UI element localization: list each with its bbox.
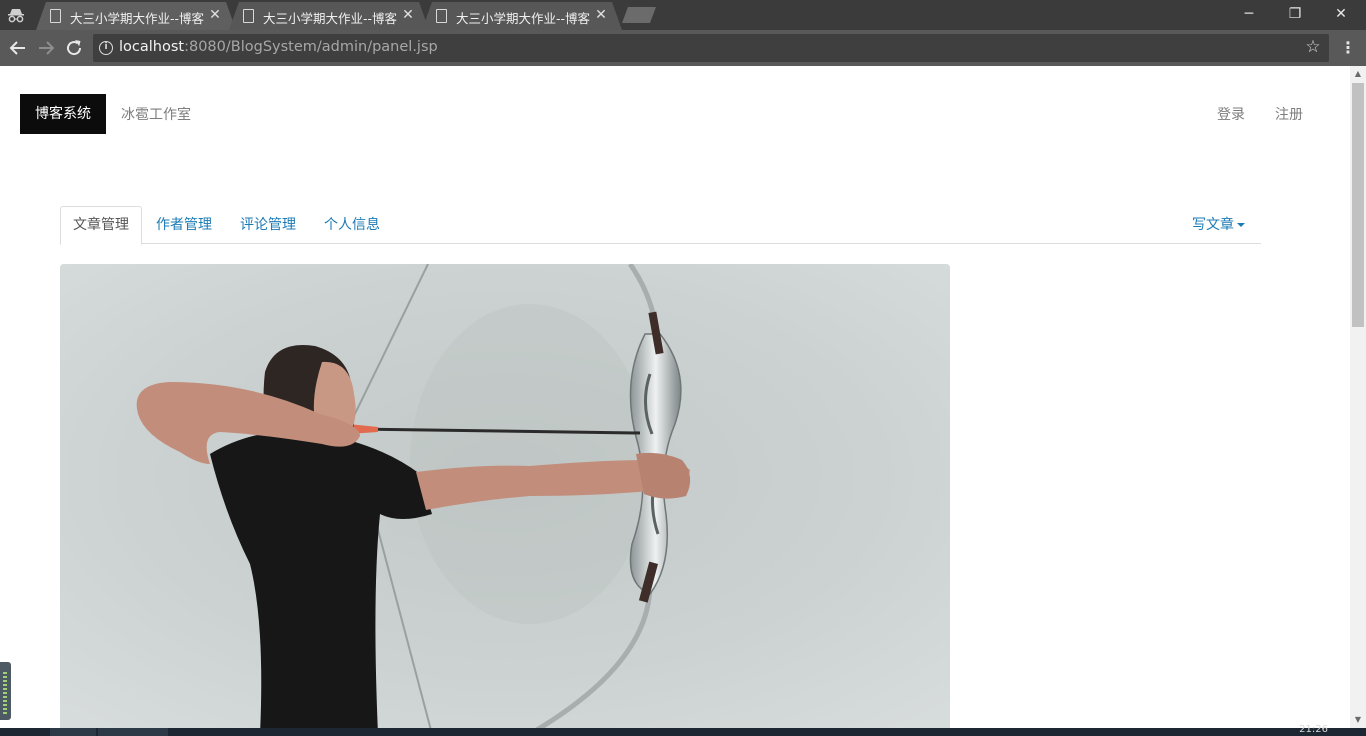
browser-tab-strip: 大三小学期大作业--博客系统 ✕ 大三小学期大作业--博客系统 ✕ 大三小学期大…: [0, 0, 1366, 30]
tab-title: 大三小学期大作业--博客系统: [263, 11, 397, 26]
window-close-button[interactable]: ✕: [1318, 0, 1364, 30]
close-tab-icon[interactable]: ✕: [401, 7, 415, 23]
scroll-down-arrow-icon[interactable]: ▼: [1350, 712, 1366, 728]
scrollbar-thumb[interactable]: [1352, 83, 1364, 327]
tab-personal-info[interactable]: 个人信息: [312, 206, 392, 244]
new-tab-button[interactable]: [622, 7, 656, 23]
restore-button[interactable]: ❐: [1272, 0, 1318, 30]
browser-tab[interactable]: 大三小学期大作业--博客系统 ✕: [36, 2, 236, 30]
page-icon: [243, 9, 254, 23]
incognito-icon: [6, 6, 26, 24]
studio-link[interactable]: 冰雹工作室: [121, 104, 191, 124]
close-tab-icon[interactable]: ✕: [208, 7, 222, 23]
minimize-button[interactable]: ─: [1226, 0, 1272, 30]
back-arrow-icon[interactable]: [6, 36, 30, 60]
meter-bars-icon: [3, 672, 7, 714]
tab-comment-management[interactable]: 评论管理: [228, 206, 308, 244]
taskbar-app-button[interactable]: [98, 728, 168, 736]
register-link[interactable]: 注册: [1275, 104, 1303, 124]
write-article-dropdown[interactable]: 写文章: [1192, 206, 1245, 244]
write-article-label: 写文章: [1192, 217, 1234, 233]
browser-tab[interactable]: 大三小学期大作业--博客系统 ✕: [229, 2, 429, 30]
brand-logo[interactable]: 博客系统: [20, 94, 106, 134]
page-icon: [436, 9, 447, 23]
tab-title: 大三小学期大作业--博客系统: [456, 11, 590, 26]
page-icon: [50, 9, 61, 23]
url-text: localhost:8080/BlogSystem/admin/panel.js…: [119, 39, 438, 55]
page-scrollbar[interactable]: ▲ ▼: [1350, 66, 1366, 728]
page-viewport: 博客系统 冰雹工作室 登录 注册 文章管理 作者管理 评论管理 个人信息 写文章: [0, 66, 1366, 728]
taskbar-app-button[interactable]: [50, 728, 96, 736]
url-host: localhost: [119, 39, 185, 55]
taskbar-clock: 21:26: [1299, 724, 1328, 735]
tab-author-management[interactable]: 作者管理: [144, 206, 224, 244]
bookmark-star-icon[interactable]: ☆: [1303, 37, 1323, 57]
info-icon[interactable]: i: [99, 41, 113, 55]
side-meter-widget[interactable]: [0, 662, 11, 720]
browser-menu-icon[interactable]: ⋮: [1338, 37, 1358, 59]
close-tab-icon[interactable]: ✕: [594, 7, 608, 23]
forward-arrow-icon[interactable]: [34, 36, 58, 60]
caret-down-icon: [1237, 223, 1245, 227]
admin-nav-tabs: 文章管理 作者管理 评论管理 个人信息 写文章: [60, 206, 1261, 245]
browser-tab[interactable]: 大三小学期大作业--博客系统 ✕: [422, 2, 622, 30]
os-taskbar: 21:26: [0, 724, 1366, 736]
hero-image: [60, 264, 950, 728]
tab-article-management[interactable]: 文章管理: [60, 206, 142, 245]
browser-toolbar: i localhost:8080/BlogSystem/admin/panel.…: [0, 30, 1366, 66]
login-link[interactable]: 登录: [1217, 104, 1245, 124]
tab-title: 大三小学期大作业--博客系统: [70, 11, 204, 26]
address-bar[interactable]: i localhost:8080/BlogSystem/admin/panel.…: [93, 34, 1329, 62]
url-path: :8080/BlogSystem/admin/panel.jsp: [184, 39, 438, 55]
reload-icon[interactable]: [62, 36, 86, 60]
scroll-up-arrow-icon[interactable]: ▲: [1350, 66, 1366, 82]
